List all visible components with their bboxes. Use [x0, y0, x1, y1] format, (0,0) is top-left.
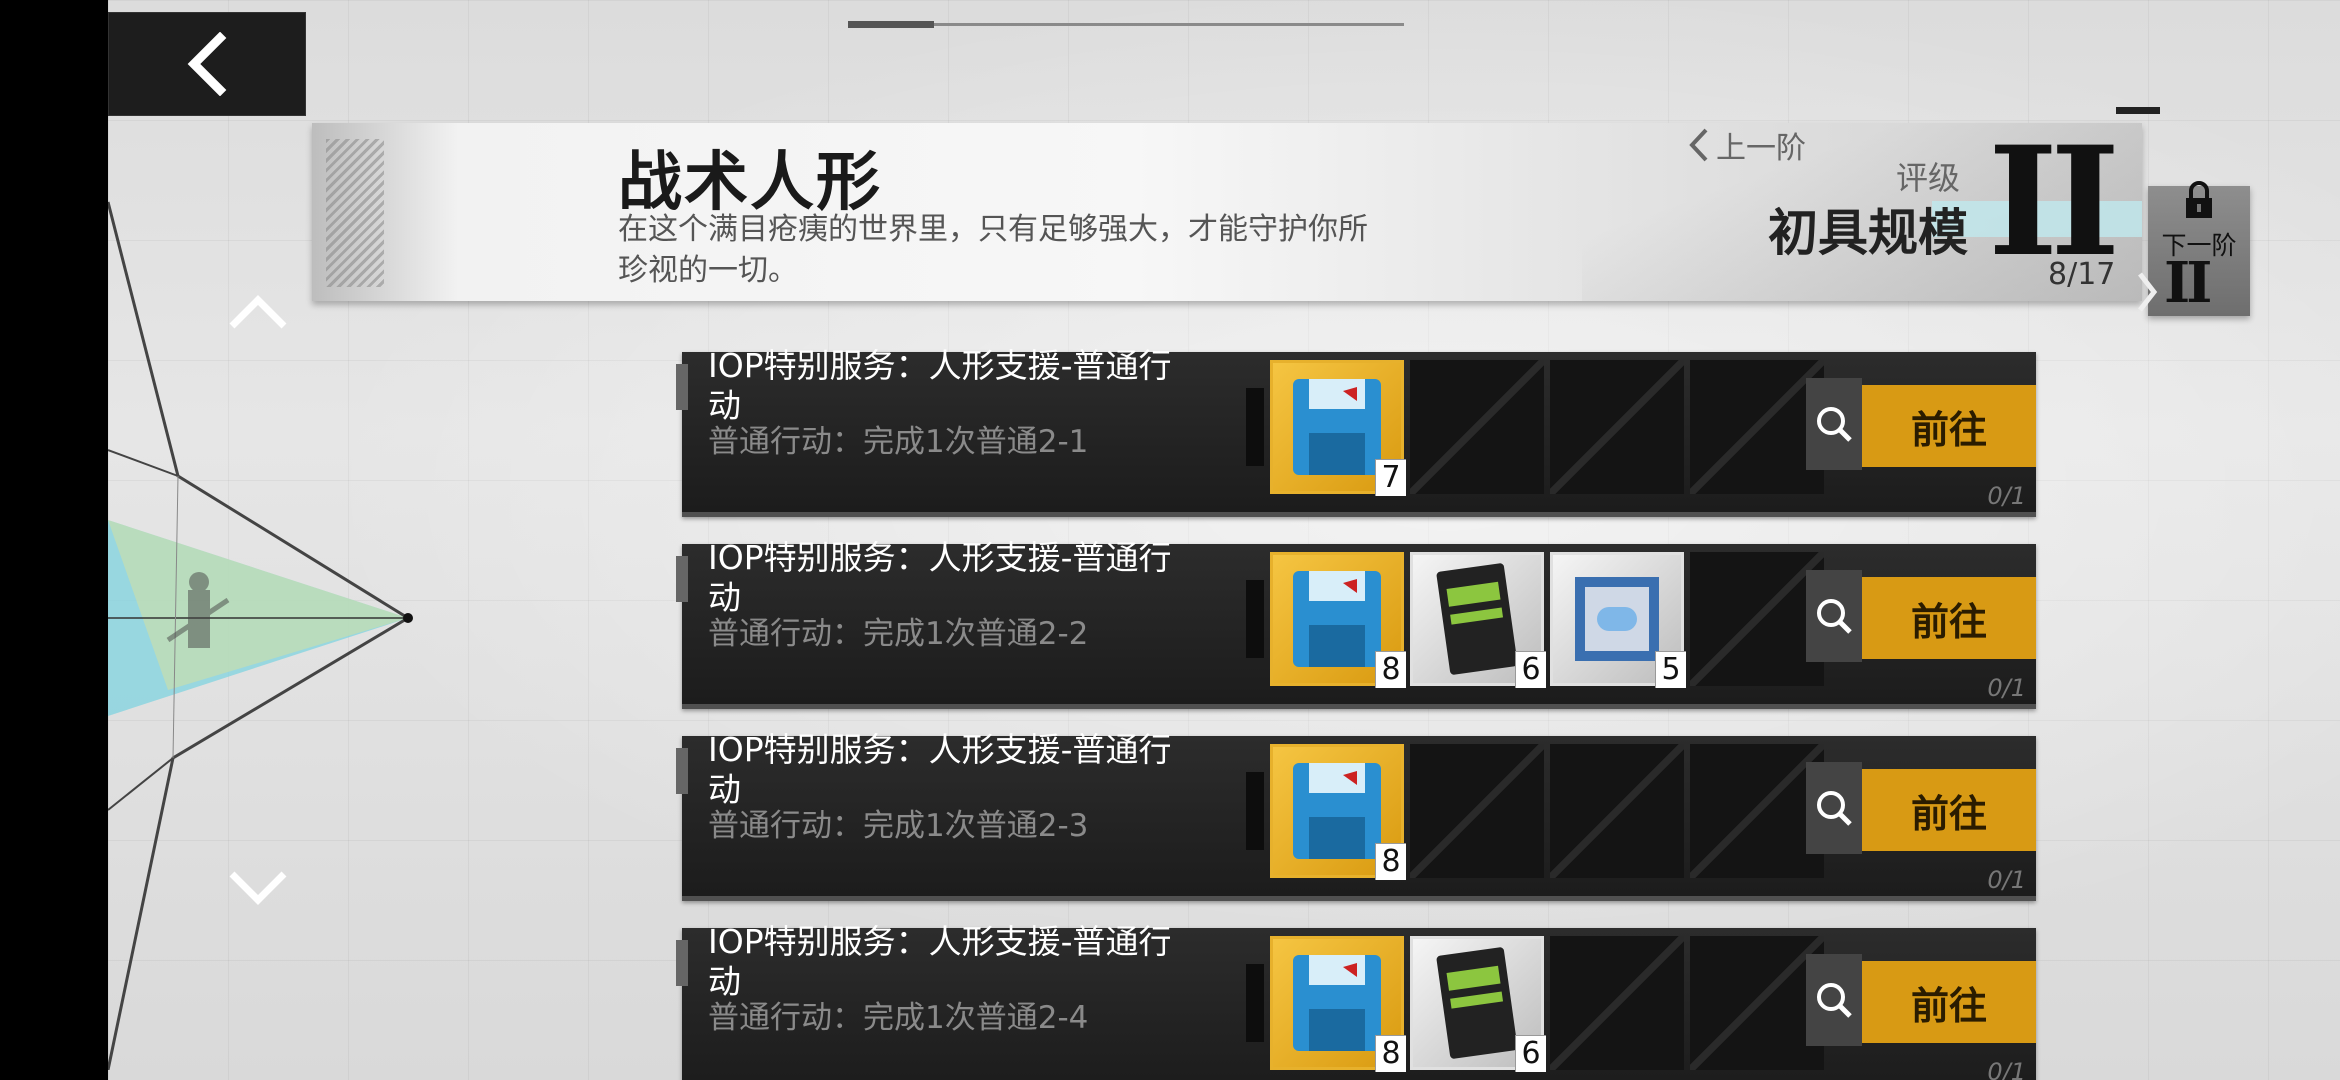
banner-stripe-decoration [326, 139, 384, 287]
task-description: 普通行动：完成1次普通2-1 [708, 424, 1089, 460]
scroll-up-button[interactable] [216, 282, 300, 342]
prev-tier-label: 上一阶 [1716, 131, 1806, 166]
reward-count: 8 [1375, 1035, 1406, 1072]
task-row: IOP特别服务：人形支援-普通行动 普通行动：完成1次普通2-1 7 前往 0/… [676, 346, 2036, 517]
chevron-left-icon [1689, 128, 1708, 162]
category-description: 在这个满目疮痍的世界里，只有足够强大，才能守护你所珍视的一切。 [618, 212, 1368, 288]
rating-progress: 8/17 [2048, 257, 2116, 292]
reward-count: 6 [1515, 1035, 1546, 1072]
chevron-right-icon [2138, 272, 2158, 312]
reward-frame [1246, 388, 1264, 466]
empty-reward-slot [1550, 936, 1684, 1070]
go-button[interactable]: 前往 [1862, 577, 2036, 659]
chevron-down-icon [229, 871, 287, 905]
back-arrow-icon [187, 32, 227, 96]
search-button[interactable] [1806, 570, 1862, 662]
go-button[interactable]: 前往 [1862, 961, 2036, 1043]
go-button[interactable]: 前往 [1862, 385, 2036, 467]
search-button[interactable] [1806, 762, 1862, 854]
empty-reward-slot [1690, 360, 1824, 494]
task-title: IOP特别服务：人形支援-普通行动 [708, 346, 1172, 425]
empty-reward-slot [1410, 744, 1544, 878]
task-progress: 0/1 [1987, 482, 2026, 510]
reward-slot[interactable]: 8 [1270, 552, 1406, 688]
next-tier-button[interactable]: 下一阶 II [2148, 181, 2250, 316]
prev-tier-button[interactable]: 上一阶 [1686, 123, 1806, 167]
reward-slots: 8 6 [1270, 936, 1824, 1072]
reward-slot[interactable]: 8 [1270, 936, 1406, 1072]
lock-icon [2186, 181, 2212, 218]
empty-reward-slot [1550, 744, 1684, 878]
magnifier-icon [1817, 599, 1852, 634]
scroll-down-button[interactable] [216, 858, 300, 918]
reward-count: 6 [1515, 651, 1546, 688]
quest-screen: 战术人形 在这个满目疮痍的世界里，只有足够强大，才能守护你所珍视的一切。 上一阶… [108, 0, 2340, 1080]
reward-slots: 7 [1270, 360, 1824, 496]
reward-slots: 8 [1270, 744, 1824, 880]
magnifier-icon [1817, 983, 1852, 1018]
reward-frame [1246, 772, 1264, 850]
task-progress: 0/1 [1987, 866, 2026, 894]
reward-slots: 8 6 5 [1270, 552, 1824, 688]
task-description: 普通行动：完成1次普通2-4 [708, 1000, 1089, 1036]
search-button[interactable] [1806, 954, 1862, 1046]
task-row: IOP特别服务：人形支援-普通行动 普通行动：完成1次普通2-2 8 6 5 前… [676, 538, 2036, 709]
category-banner: 战术人形 在这个满目疮痍的世界里，只有足够强大，才能守护你所珍视的一切。 上一阶… [312, 117, 2142, 301]
task-progress: 0/1 [1987, 674, 2026, 702]
task-description: 普通行动：完成1次普通2-3 [708, 808, 1089, 844]
task-title: IOP特别服务：人形支援-普通行动 [708, 730, 1172, 809]
empty-reward-slot [1690, 744, 1824, 878]
reward-count: 5 [1655, 651, 1686, 688]
reward-count: 8 [1375, 651, 1406, 688]
go-button[interactable]: 前往 [1862, 769, 2036, 851]
reward-slot[interactable]: 5 [1550, 552, 1686, 688]
back-button[interactable] [108, 12, 306, 116]
reward-slot[interactable]: 7 [1270, 360, 1406, 496]
reward-slot[interactable]: 8 [1270, 744, 1406, 880]
task-list: IOP特别服务：人形支援-普通行动 普通行动：完成1次普通2-1 7 前往 0/… [676, 346, 2036, 1080]
reward-frame [1246, 580, 1264, 658]
magnifier-icon [1817, 791, 1852, 826]
empty-reward-slot [1690, 552, 1824, 686]
reward-slot[interactable]: 6 [1410, 552, 1546, 688]
reward-count: 8 [1375, 843, 1406, 880]
chevron-up-icon [229, 295, 287, 329]
empty-reward-slot [1690, 936, 1824, 1070]
task-progress: 0/1 [1987, 1058, 2026, 1080]
task-title: IOP特别服务：人形支援-普通行动 [708, 538, 1172, 617]
task-row: IOP特别服务：人形支援-普通行动 普通行动：完成1次普通2-4 8 6 前往 … [676, 922, 2036, 1080]
scroll-progress-fill [848, 21, 934, 28]
task-title: IOP特别服务：人形支援-普通行动 [708, 922, 1172, 1001]
reward-count: 7 [1375, 459, 1406, 496]
reward-slot[interactable]: 6 [1410, 936, 1546, 1072]
search-button[interactable] [1806, 378, 1862, 470]
next-tier-numeral: II [2164, 250, 2212, 316]
banner-dash-decoration [2116, 107, 2160, 114]
task-row: IOP特别服务：人形支援-普通行动 普通行动：完成1次普通2-3 8 前往 0/… [676, 730, 2036, 901]
task-description: 普通行动：完成1次普通2-2 [708, 616, 1089, 652]
empty-reward-slot [1550, 360, 1684, 494]
rating-name: 初具规模 [1768, 203, 1968, 262]
scroll-progress-bar [848, 21, 1404, 28]
reward-frame [1246, 964, 1264, 1042]
magnifier-icon [1817, 407, 1852, 442]
empty-reward-slot [1410, 360, 1544, 494]
